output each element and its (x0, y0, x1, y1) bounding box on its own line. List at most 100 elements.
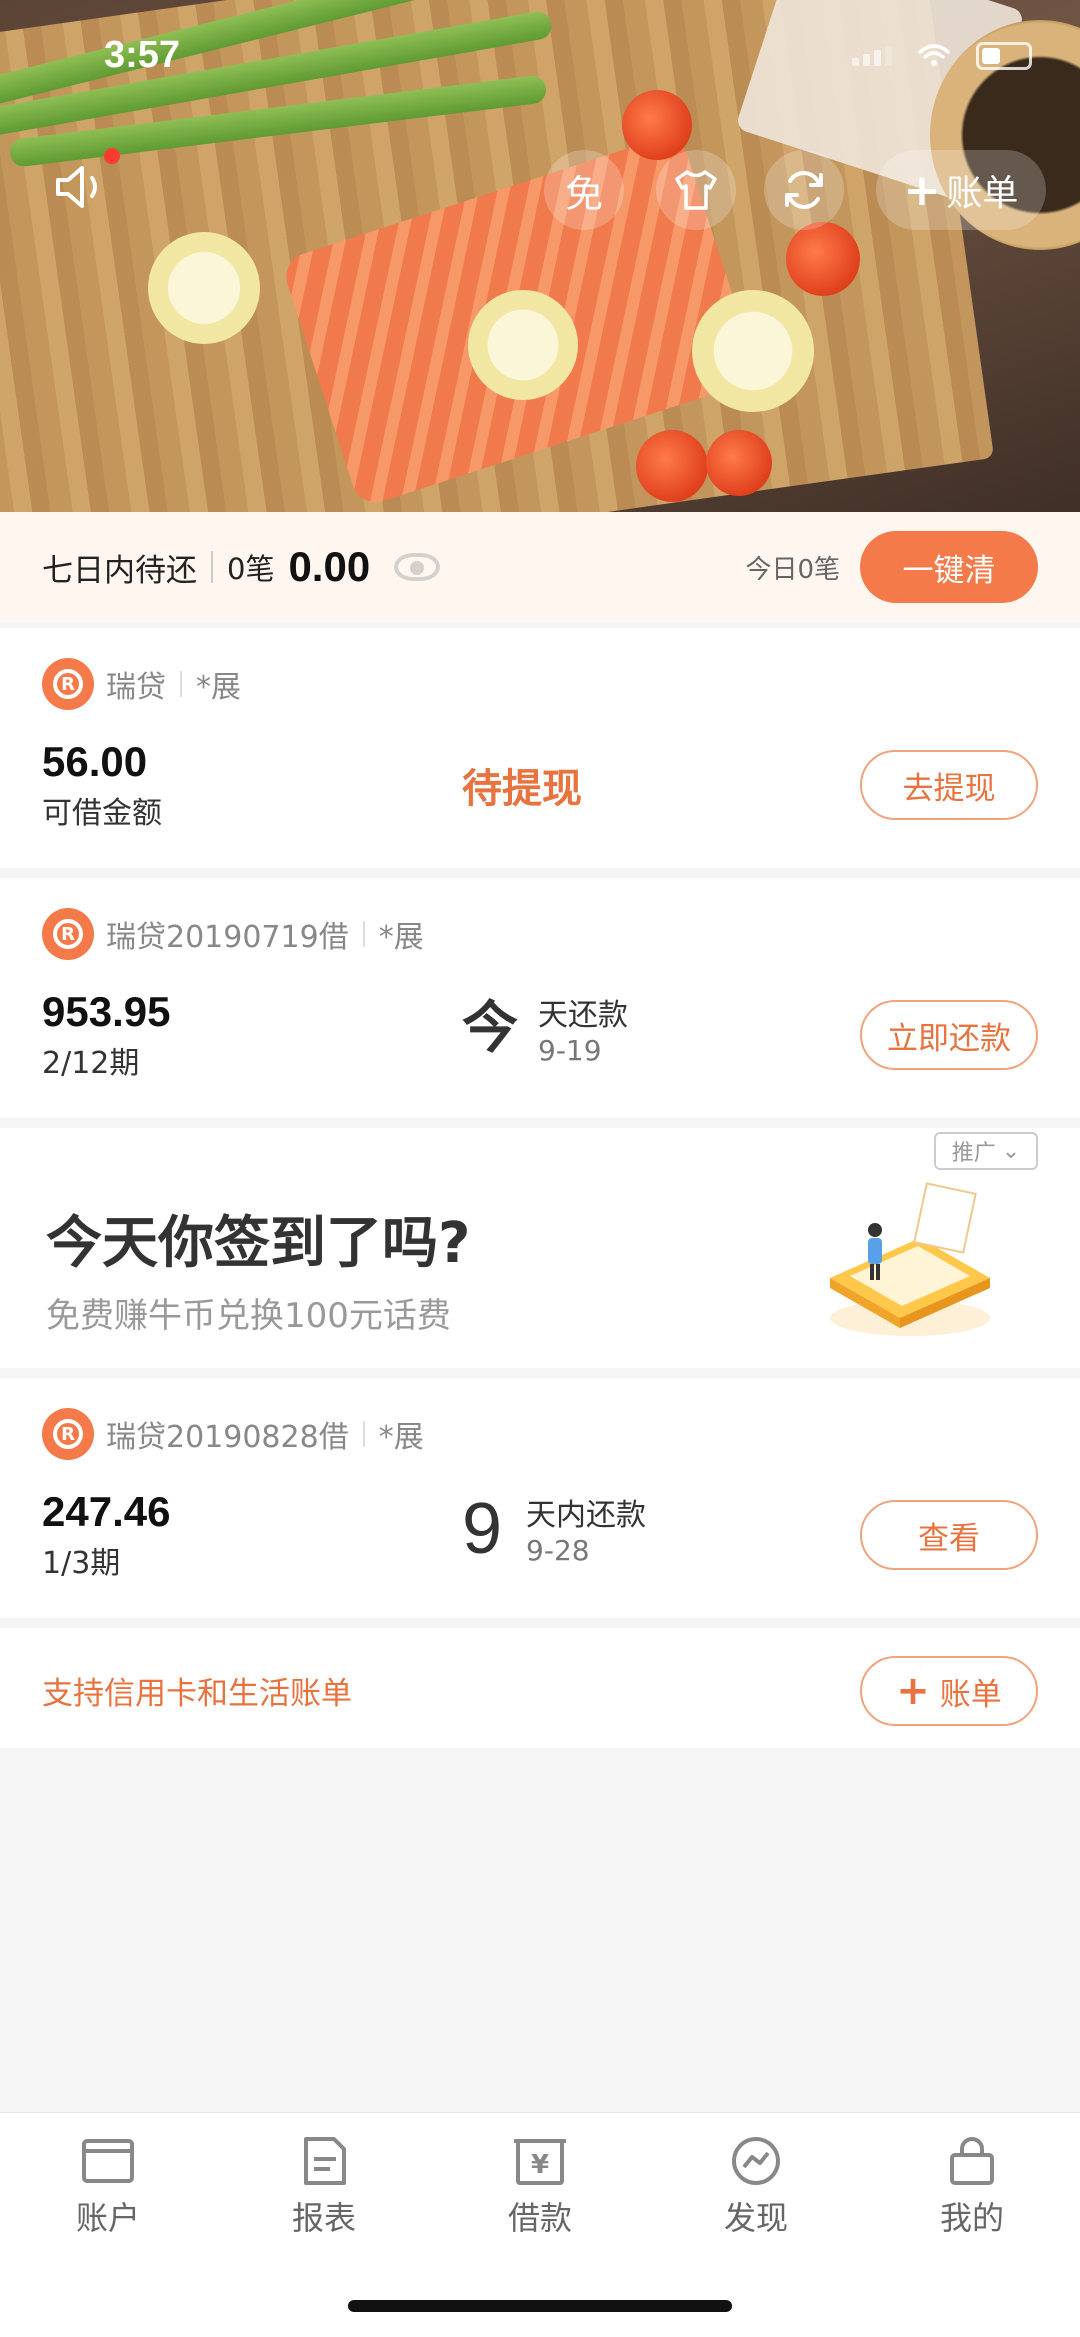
battery-icon (976, 42, 1032, 70)
view-label: 查看 (918, 1520, 980, 1557)
divider (211, 551, 213, 583)
speaker-icon[interactable] (52, 162, 112, 212)
profile-icon (950, 2137, 994, 2185)
loan-icon: ¥ (514, 2139, 566, 2185)
refresh-icon (785, 171, 823, 209)
divider (362, 921, 365, 947)
summary-label: 七日内待还 (42, 552, 197, 589)
loan-sub: 可借金额 (42, 796, 162, 831)
refresh-button[interactable] (764, 150, 844, 230)
loan-card[interactable]: R 瑞贷 *展 56.00 可借金额 待提现 去提现 (0, 628, 1080, 868)
loan-card[interactable]: R 瑞贷20190828借 *展 247.46 1/3期 9 天内还款 9-28… (0, 1378, 1080, 1618)
phone-checkin-illustration-icon (830, 1182, 990, 1336)
tab-label: 我的 (939, 2199, 1004, 2237)
due-big: 今 (462, 995, 518, 1061)
promo-title: 今天你签到了吗? (46, 1211, 471, 1276)
clear-all-button[interactable]: 一键清 (860, 531, 1038, 603)
bill-support-text[interactable]: 支持信用卡和生活账单 (42, 1668, 352, 1713)
loan-amount: 247.46 (42, 1488, 171, 1535)
ruidai-logo-icon: R (42, 908, 94, 960)
report-icon (304, 2137, 346, 2185)
signal-icon (852, 46, 892, 66)
promo-subtitle: 免费赚牛币兑换100元话费 (46, 1296, 451, 1336)
today-count: 今日0笔 (745, 554, 840, 585)
lender-tag: *展 (378, 1420, 424, 1455)
lemon-slice (148, 232, 260, 344)
divider (362, 1421, 365, 1447)
withdraw-button[interactable]: 去提现 (860, 750, 1038, 820)
promo-card[interactable]: 推广 ⌄ 今天你签到了吗? 免费赚牛币兑换100元话费 (0, 1128, 1080, 1368)
tab-report[interactable]: 报表 (254, 2135, 394, 2239)
skin-button[interactable] (656, 150, 736, 230)
add-bill-label: 账单 (946, 173, 1019, 214)
add-bill-label: 账单 (939, 1676, 1002, 1713)
tab-label: 发现 (723, 2199, 788, 2237)
tomato (636, 430, 708, 502)
notification-dot (104, 148, 120, 164)
repay-now-button[interactable]: 立即还款 (860, 1000, 1038, 1070)
tab-profile[interactable]: 我的 (902, 2135, 1042, 2239)
lender-name: 瑞贷 (106, 670, 166, 705)
due-info: 今 天还款 9-19 (462, 990, 628, 1067)
due-info: 9 天内还款 9-28 (462, 1488, 647, 1569)
home-indicator[interactable] (348, 2300, 732, 2312)
divider (180, 671, 182, 697)
lemon-slice (692, 290, 814, 412)
due-text: 天还款 (538, 998, 628, 1033)
view-button[interactable]: 查看 (860, 1500, 1038, 1570)
loan-card[interactable]: R 瑞贷20190719借 *展 953.95 2/12期 今 天还款 9-19… (0, 878, 1080, 1118)
loan-status: 待提现 (462, 766, 582, 812)
withdraw-label: 去提现 (902, 770, 996, 807)
free-label: 免 (564, 171, 603, 216)
due-date: 9-28 (526, 1534, 590, 1567)
clear-all-label: 一键清 (902, 552, 996, 589)
wifi-icon (918, 44, 950, 66)
repayment-summary: 七日内待还 0笔 0.00 今日0笔 一键清 (0, 512, 1080, 622)
due-date: 9-19 (538, 1034, 602, 1067)
tab-label: 借款 (507, 2199, 572, 2237)
add-bill-button[interactable]: + 账单 (860, 1656, 1038, 1726)
svg-text:¥: ¥ (531, 2150, 549, 2180)
promo-tag-label: 推广 (951, 1141, 996, 1166)
loan-amount: 56.00 (42, 738, 148, 785)
eye-icon[interactable] (394, 553, 441, 581)
due-days: 9 (462, 1488, 503, 1569)
summary-amount: 0.00 (288, 543, 371, 590)
summary-count: 0笔 (227, 552, 275, 586)
lender-tag: *展 (196, 670, 241, 705)
promo-tag[interactable]: 推广 ⌄ (934, 1132, 1038, 1170)
tomato (706, 430, 772, 496)
tomato (622, 90, 692, 160)
loan-amount: 953.95 (42, 988, 171, 1035)
plus-icon: + (903, 164, 941, 216)
add-bill-top-button[interactable]: + 账单 (876, 150, 1046, 230)
ruidai-logo-icon: R (42, 1408, 94, 1460)
tshirt-icon (675, 170, 717, 210)
lender-tag: *展 (378, 920, 424, 955)
card-header: R 瑞贷 *展 (42, 658, 241, 710)
tab-loan[interactable]: ¥ 借款 (470, 2135, 610, 2239)
card-header: R 瑞贷20190719借 *展 (42, 908, 424, 960)
hero-banner: 3:57 免 + 账单 (0, 0, 1080, 512)
loan-period: 2/12期 (42, 1046, 140, 1081)
discover-icon (732, 2137, 780, 2185)
lender-name: 瑞贷20190828借 (106, 1420, 349, 1455)
loan-period: 1/3期 (42, 1546, 121, 1581)
card-header: R 瑞贷20190828借 *展 (42, 1408, 424, 1460)
tab-discover[interactable]: 发现 (686, 2135, 826, 2239)
tab-label: 报表 (291, 2199, 356, 2237)
account-icon (82, 2139, 134, 2183)
lemon-slice (468, 290, 578, 400)
chevron-down-icon: ⌄ (1001, 1138, 1021, 1164)
free-button[interactable]: 免 (544, 150, 624, 230)
due-text: 天内还款 (526, 1498, 647, 1533)
tomato (786, 222, 860, 296)
plus-icon: + (896, 1668, 930, 1714)
add-bill-row[interactable]: 支持信用卡和生活账单 + 账单 (0, 1628, 1080, 1748)
tab-account[interactable]: 账户 (38, 2135, 178, 2239)
status-time: 3:57 (104, 34, 181, 76)
lender-name: 瑞贷20190719借 (106, 920, 349, 955)
ruidai-logo-icon: R (42, 658, 94, 710)
tab-label: 账户 (75, 2199, 140, 2237)
status-icons (852, 42, 1032, 70)
